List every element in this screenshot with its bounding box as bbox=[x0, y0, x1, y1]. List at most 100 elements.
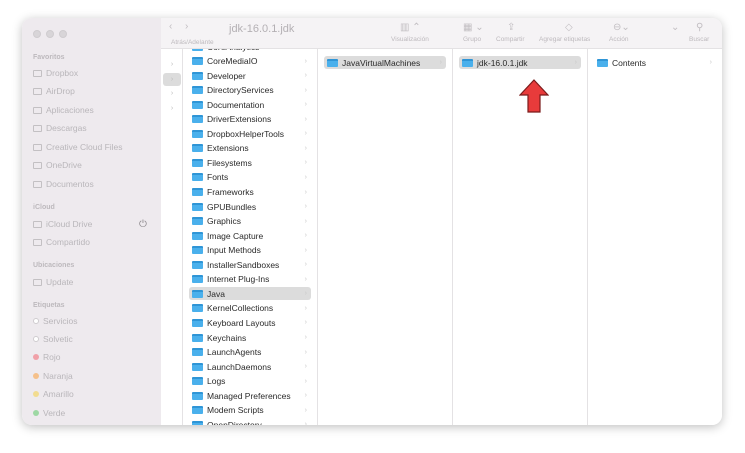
folder-row[interactable]: jdk-16.0.1.jdk › bbox=[459, 56, 581, 69]
column-1-row[interactable]: › bbox=[163, 58, 181, 71]
search-icon[interactable]: ⚲ bbox=[696, 22, 703, 33]
icloud-status-icon: ⏻ bbox=[139, 218, 147, 230]
more-chevron-icon[interactable]: ⌄ bbox=[671, 22, 679, 33]
folder-row[interactable]: KernelCollections › bbox=[189, 302, 311, 315]
folder-row[interactable]: GPUBundles › bbox=[189, 200, 311, 213]
chevron-right-icon: › bbox=[304, 144, 307, 152]
folder-row[interactable]: DropboxHelperTools › bbox=[189, 127, 311, 140]
folder-icon bbox=[33, 106, 42, 114]
sidebar-item-icloud-drive[interactable]: iCloud Drive ⏻ bbox=[33, 219, 147, 230]
sidebar-tag-servicios[interactable]: Servicios bbox=[33, 316, 77, 326]
sidebar: Favoritos Dropbox AirDrop Aplicaciones Desca… bbox=[22, 18, 161, 425]
folder-row[interactable]: OpenDirectory › bbox=[189, 418, 311, 425]
sidebar-item-descargas[interactable]: Descargas bbox=[33, 123, 87, 133]
folder-row[interactable]: Filesystems › bbox=[189, 156, 311, 169]
sidebar-item-onedrive[interactable]: OneDrive bbox=[33, 160, 82, 170]
column-2[interactable]: CoreAnalytics › CoreMediaIO › Developer › Dire… bbox=[183, 49, 318, 425]
folder-row[interactable]: Internet Plug-Ins › bbox=[189, 273, 311, 286]
folder-row[interactable]: Developer › bbox=[189, 69, 311, 82]
folder-row[interactable]: Fonts › bbox=[189, 171, 311, 184]
folder-row[interactable]: CoreMediaIO › bbox=[189, 55, 311, 68]
folder-row[interactable]: Modem Scripts › bbox=[189, 404, 311, 417]
chevron-right-icon: › bbox=[304, 290, 307, 298]
minimize-button[interactable] bbox=[46, 30, 54, 38]
folder-icon bbox=[192, 115, 203, 124]
sidebar-item-label: Rojo bbox=[43, 352, 61, 362]
action-label[interactable]: Acción bbox=[609, 36, 629, 43]
sidebar-tag-solvetic[interactable]: Solvetic bbox=[33, 334, 73, 344]
folder-name: CoreAnalytics bbox=[207, 49, 259, 52]
close-button[interactable] bbox=[33, 30, 41, 38]
view-label[interactable]: Visualización bbox=[391, 36, 429, 43]
columns-view-icon[interactable]: ▥ ⌃ bbox=[400, 22, 421, 33]
folder-row[interactable]: Documentation › bbox=[189, 98, 311, 111]
folder-icon bbox=[192, 304, 203, 313]
folder-icon bbox=[192, 289, 203, 298]
search-label[interactable]: Buscar bbox=[689, 36, 709, 43]
chevron-right-icon: › bbox=[304, 86, 307, 94]
back-icon[interactable]: ‹ bbox=[169, 21, 172, 32]
red-arrow-annotation bbox=[519, 79, 549, 113]
tag-icon[interactable]: ◇ bbox=[565, 22, 573, 33]
column-1-row[interactable]: › bbox=[163, 102, 181, 115]
folder-row[interactable]: Image Capture › bbox=[189, 229, 311, 242]
forward-icon[interactable]: › bbox=[185, 21, 188, 32]
sidebar-item-documentos[interactable]: Documentos bbox=[33, 179, 94, 189]
chevron-right-icon: › bbox=[304, 188, 307, 196]
folder-row[interactable]: DriverExtensions › bbox=[189, 113, 311, 126]
sidebar-item-creative-cloud-files[interactable]: Creative Cloud Files bbox=[33, 142, 123, 152]
folder-name: Extensions bbox=[207, 143, 249, 154]
group-label[interactable]: Grupo bbox=[463, 36, 481, 43]
sidebar-tag-verde[interactable]: Verde bbox=[33, 408, 65, 418]
column-3[interactable]: JavaVirtualMachines › bbox=[318, 49, 453, 425]
folder-icon bbox=[192, 406, 203, 415]
column-1-row[interactable]: › bbox=[163, 73, 181, 86]
folder-icon bbox=[33, 180, 42, 188]
folder-row[interactable]: Extensions › bbox=[189, 142, 311, 155]
sidebar-item-label: Update bbox=[46, 277, 74, 287]
folder-row[interactable]: InstallerSandboxes › bbox=[189, 258, 311, 271]
share-label[interactable]: Compartir bbox=[496, 36, 525, 43]
folder-row[interactable]: Input Methods › bbox=[189, 244, 311, 257]
sidebar-item-aplicaciones[interactable]: Aplicaciones bbox=[33, 105, 94, 115]
chevron-right-icon: › bbox=[304, 72, 307, 80]
share-icon[interactable]: ⇪ bbox=[507, 22, 515, 33]
folder-name: GPUBundles bbox=[207, 201, 257, 212]
folder-name: OpenDirectory bbox=[207, 419, 262, 425]
chevron-right-icon: › bbox=[304, 217, 307, 225]
tags-label[interactable]: Agregar etiquetas bbox=[539, 36, 590, 43]
sidebar-item-airdrop[interactable]: AirDrop bbox=[33, 86, 75, 96]
folder-row[interactable]: LaunchDaemons › bbox=[189, 360, 311, 373]
group-icon[interactable]: ▦ ⌄ bbox=[463, 22, 484, 33]
folder-row[interactable]: Keychains › bbox=[189, 331, 311, 344]
folder-row[interactable]: Graphics › bbox=[189, 215, 311, 228]
sidebar-tag-naranja[interactable]: Naranja bbox=[33, 371, 73, 381]
sidebar-item-dropbox[interactable]: Dropbox bbox=[33, 68, 78, 78]
folder-icon bbox=[192, 217, 203, 226]
chevron-right-icon: › bbox=[304, 334, 307, 341]
zoom-button[interactable] bbox=[59, 30, 67, 38]
sidebar-item-update[interactable]: Update bbox=[33, 277, 73, 287]
folder-row[interactable]: Managed Preferences › bbox=[189, 389, 311, 402]
chevron-right-icon: › bbox=[304, 319, 307, 327]
chevron-right-icon: › bbox=[304, 275, 307, 283]
folder-row[interactable]: CoreAnalytics › bbox=[189, 49, 311, 53]
folder-row[interactable]: Contents › bbox=[594, 56, 716, 69]
folder-row[interactable]: JavaVirtualMachines › bbox=[324, 56, 446, 69]
sidebar-tag-rojo[interactable]: Rojo bbox=[33, 352, 60, 362]
action-icon[interactable]: ⊖⌄ bbox=[613, 22, 630, 33]
folder-row[interactable]: Keyboard Layouts › bbox=[189, 316, 311, 329]
sidebar-item-compartido[interactable]: Compartido bbox=[33, 237, 90, 247]
folder-row[interactable]: LaunchAgents › bbox=[189, 346, 311, 359]
column-5[interactable]: Contents › bbox=[588, 49, 722, 425]
column-1-row[interactable]: › bbox=[163, 87, 181, 100]
tag-color-dot bbox=[33, 391, 39, 397]
folder-icon bbox=[192, 144, 203, 153]
folder-row[interactable]: DirectoryServices › bbox=[189, 84, 311, 97]
sidebar-item-label: OneDrive bbox=[46, 160, 82, 170]
folder-row[interactable]: Java › bbox=[189, 287, 311, 301]
folder-row[interactable]: Frameworks › bbox=[189, 186, 311, 199]
finder-window: Favoritos Dropbox AirDrop Aplicaciones Desca… bbox=[22, 18, 722, 425]
sidebar-tag-amarillo[interactable]: Amarillo bbox=[33, 389, 74, 399]
folder-row[interactable]: Logs › bbox=[189, 375, 311, 388]
